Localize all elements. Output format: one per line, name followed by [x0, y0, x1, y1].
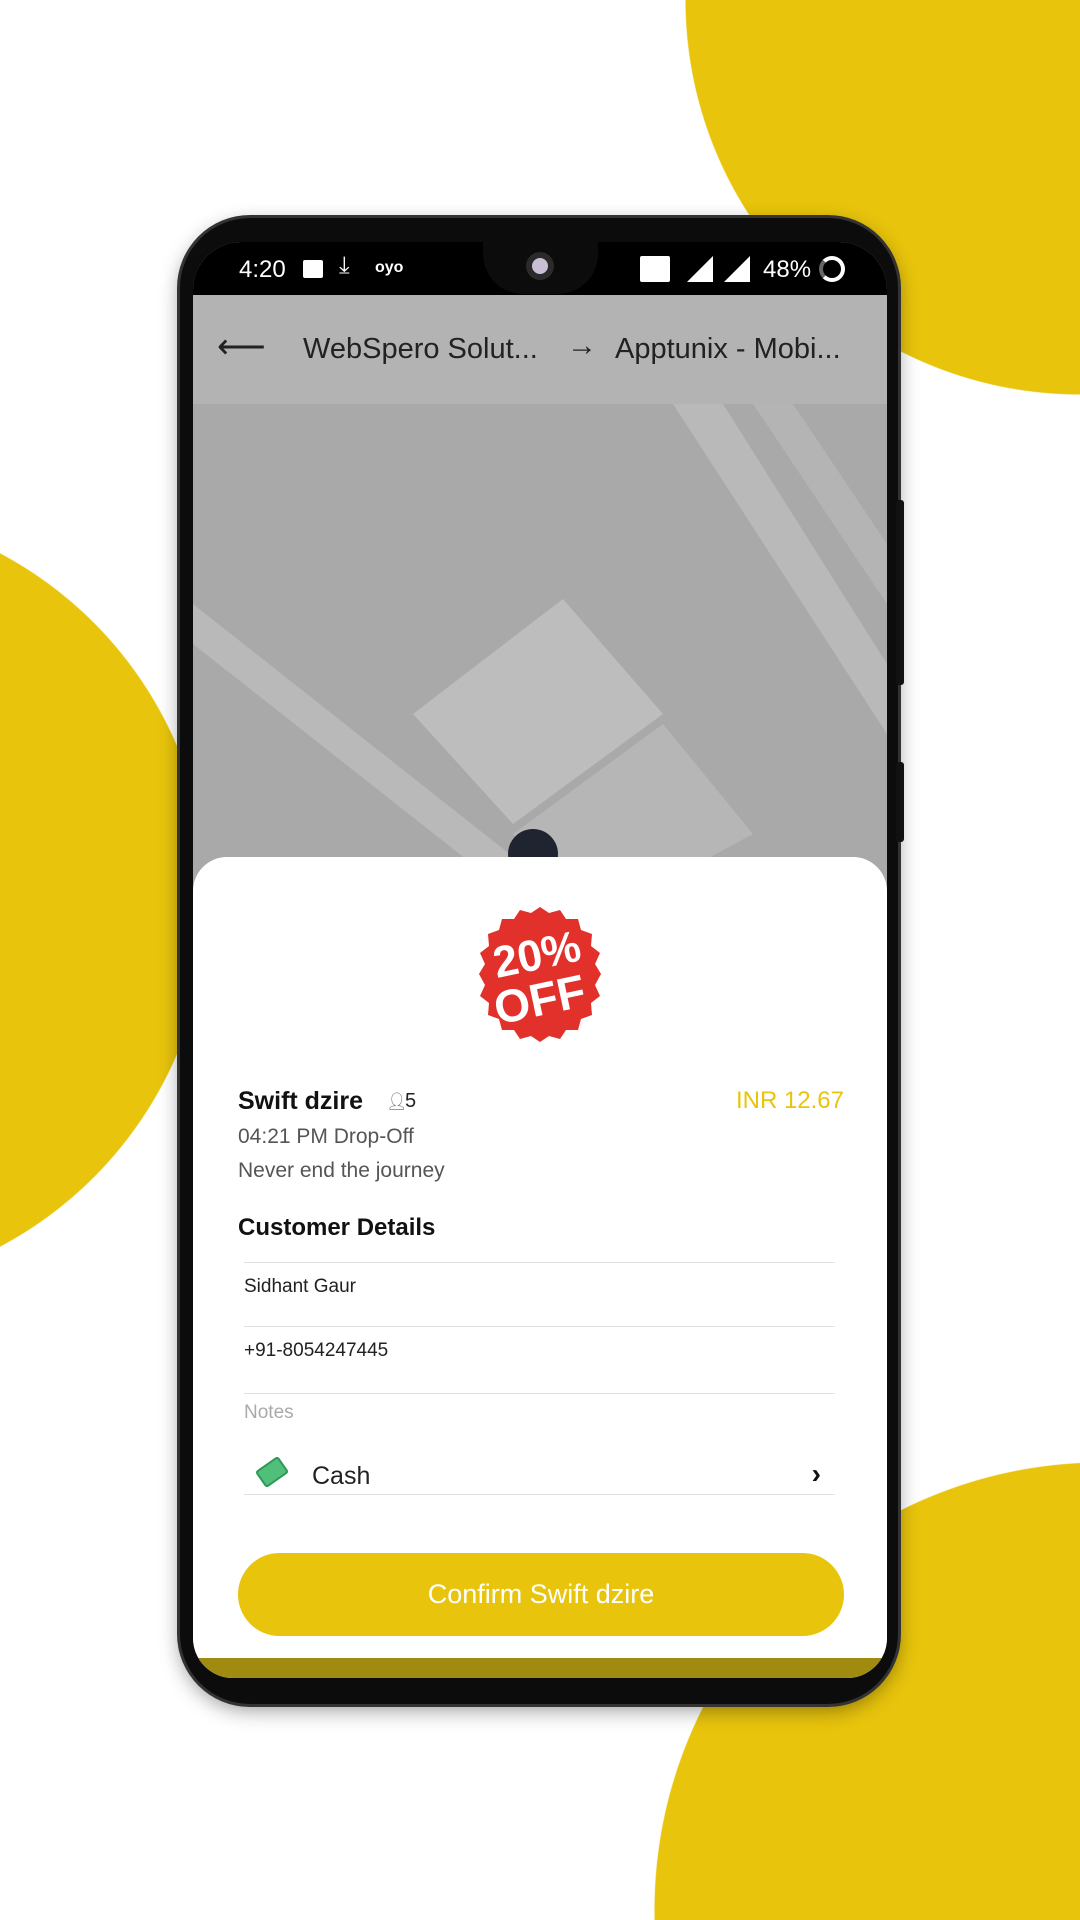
notes-underline [244, 1393, 835, 1394]
discount-badge-icon: 20% OFF [479, 907, 601, 1042]
volte-icon [640, 256, 670, 282]
signal-icon [724, 256, 750, 282]
image-icon [303, 260, 323, 278]
battery-icon [819, 256, 845, 282]
download-icon: ⤓ [339, 252, 350, 279]
status-time: 4:20 [239, 256, 286, 283]
map-roads [193, 404, 887, 904]
phone-input[interactable]: +91-8054247445 [244, 1340, 388, 1362]
volume-button [896, 500, 904, 685]
origin-label[interactable]: WebSpero Solut... [303, 333, 538, 366]
battery-percent: 48% [763, 256, 812, 283]
name-underline [244, 1262, 835, 1263]
notes-input[interactable]: Notes [244, 1402, 294, 1424]
arrow-right-icon: → [567, 329, 597, 362]
camera [526, 252, 554, 280]
dropoff-time: 04:21 PM Drop-Off [238, 1125, 414, 1148]
vehicle-name: Swift dzire [238, 1087, 364, 1115]
phone-underline [244, 1326, 835, 1327]
seat-count: 5 [405, 1090, 417, 1112]
power-button [896, 762, 904, 842]
destination-label[interactable]: Apptunix - Mobi... [615, 333, 841, 366]
ride-sheet: 20% OFF Swift dzire 👤︎ 5 INR 12.67 04:21… [193, 857, 887, 1678]
chevron-right-icon: › [811, 1458, 821, 1489]
route-header: ⟵ WebSpero Solut... → Apptunix - Mobi... [193, 295, 887, 404]
payment-underline [244, 1494, 835, 1495]
oyo-icon: oyo [375, 259, 404, 276]
cash-icon [254, 1455, 290, 1489]
customer-details-title: Customer Details [238, 1214, 436, 1241]
screen: 4:20 ⤓ oyo 48% ⟵ WebSpero Solut... → App… [193, 242, 887, 1678]
customer-name-input[interactable]: Sidhant Gaur [244, 1276, 356, 1298]
ride-tagline: Never end the journey [238, 1159, 445, 1182]
signal-4g-icon [687, 256, 713, 282]
fare-price: INR 12.67 [735, 1087, 844, 1114]
payment-method-row[interactable]: Cash › [244, 1452, 835, 1512]
status-bar: 4:20 ⤓ oyo 48% [193, 242, 887, 295]
map[interactable] [193, 404, 887, 904]
confirm-ride-button[interactable]: Confirm Swift dzire [238, 1553, 844, 1636]
bottom-strip [193, 1658, 887, 1678]
payment-method-label: Cash [312, 1462, 371, 1490]
back-arrow-icon[interactable]: ⟵ [217, 327, 266, 367]
